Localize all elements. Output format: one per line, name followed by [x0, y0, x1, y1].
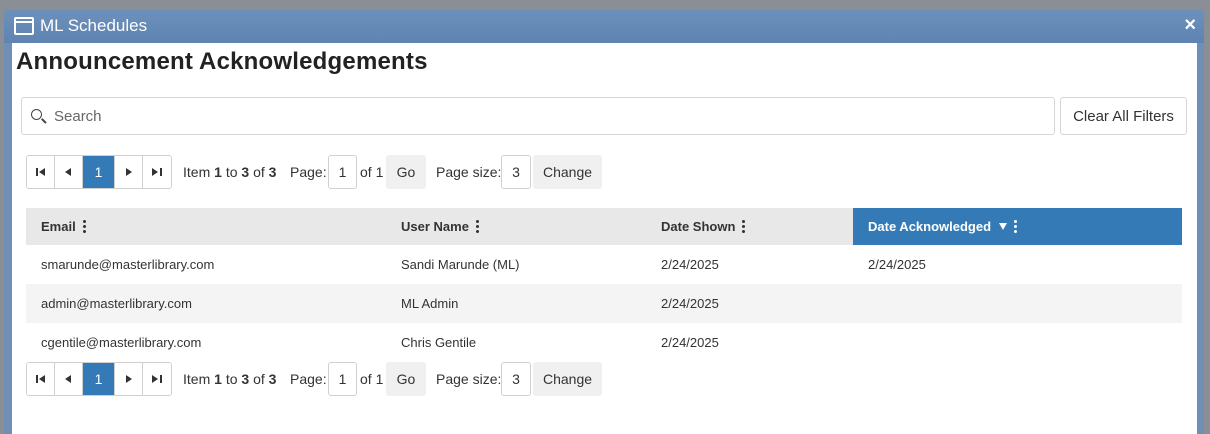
page-label: Page:: [290, 371, 327, 387]
search-box: [21, 97, 1055, 135]
last-page-icon[interactable]: [143, 363, 171, 395]
clear-all-filters-button[interactable]: Clear All Filters: [1060, 97, 1187, 135]
last-page-icon[interactable]: [143, 156, 171, 188]
dialog-title: ML Schedules: [40, 16, 148, 35]
column-menu-icon[interactable]: [475, 220, 479, 233]
window-icon: [14, 17, 34, 35]
search-icon: [31, 109, 42, 120]
dialog-content: Announcement Acknowledgements Clear All …: [12, 43, 1197, 434]
next-page-icon[interactable]: [115, 363, 143, 395]
cell-email: admin@masterlibrary.com: [41, 296, 192, 311]
table-row[interactable]: admin@masterlibrary.com ML Admin 2/24/20…: [26, 284, 1182, 323]
pager-bottom: 1 Item 1 to 3 of 3 Page: 1 of 1 Go Page …: [26, 362, 646, 396]
cell-date-acknowledged: 2/24/2025: [868, 257, 926, 272]
column-menu-icon[interactable]: [1014, 220, 1018, 233]
pager-top: 1 Item 1 to 3 of 3 Page: 1 of 1 Go Page …: [26, 155, 646, 189]
column-menu-icon[interactable]: [742, 220, 746, 233]
page-size-input[interactable]: 3: [501, 155, 531, 189]
page-label: Page:: [290, 164, 327, 180]
prev-page-icon[interactable]: [55, 363, 83, 395]
column-header-user-name[interactable]: User Name: [386, 208, 646, 245]
dialog-titlebar[interactable]: ML Schedules ×: [4, 10, 1204, 43]
cell-user-name: Chris Gentile: [401, 335, 477, 350]
cell-email: smarunde@masterlibrary.com: [41, 257, 215, 272]
item-range-text: Item 1 to 3 of 3: [183, 164, 277, 180]
go-button[interactable]: Go: [386, 362, 426, 396]
close-icon[interactable]: ×: [1184, 14, 1196, 37]
page-number-input[interactable]: 1: [328, 155, 357, 189]
item-range-text: Item 1 to 3 of 3: [183, 371, 277, 387]
table-row[interactable]: smarunde@masterlibrary.com Sandi Marunde…: [26, 245, 1182, 284]
column-menu-icon[interactable]: [82, 220, 86, 233]
cell-user-name: Sandi Marunde (ML): [401, 257, 520, 272]
sort-desc-icon: [999, 223, 1008, 230]
cell-date-shown: 2/24/2025: [661, 296, 719, 311]
cell-date-shown: 2/24/2025: [661, 257, 719, 272]
first-page-icon[interactable]: [27, 156, 55, 188]
go-button[interactable]: Go: [386, 155, 426, 189]
table-row[interactable]: cgentile@masterlibrary.com Chris Gentile…: [26, 323, 1182, 362]
first-page-icon[interactable]: [27, 363, 55, 395]
change-button[interactable]: Change: [533, 362, 602, 396]
page-button-current[interactable]: 1: [83, 363, 115, 395]
page-number-input[interactable]: 1: [328, 362, 357, 396]
page-count-text: of 1: [360, 371, 384, 387]
page-button-current[interactable]: 1: [83, 156, 115, 188]
page-size-input[interactable]: 3: [501, 362, 531, 396]
cell-user-name: ML Admin: [401, 296, 459, 311]
page-count-text: of 1: [360, 164, 384, 180]
column-header-date-shown[interactable]: Date Shown: [646, 208, 853, 245]
page-title: Announcement Acknowledgements: [16, 48, 428, 75]
page-size-label: Page size:: [436, 371, 502, 387]
cell-date-acknowledged: [853, 323, 868, 362]
search-input[interactable]: [54, 98, 1044, 134]
page-size-label: Page size:: [436, 164, 502, 180]
cell-date-acknowledged: [853, 284, 868, 323]
column-header-date-acknowledged[interactable]: Date Acknowledged: [853, 208, 1182, 245]
cell-email: cgentile@masterlibrary.com: [41, 335, 202, 350]
grid-header: Email User Name Date Shown Date Acknowle…: [26, 208, 1182, 245]
next-page-icon[interactable]: [115, 156, 143, 188]
prev-page-icon[interactable]: [55, 156, 83, 188]
change-button[interactable]: Change: [533, 155, 602, 189]
dialog-window: ML Schedules × Announcement Acknowledgem…: [4, 10, 1204, 434]
cell-date-shown: 2/24/2025: [661, 335, 719, 350]
column-header-email[interactable]: Email: [26, 208, 386, 245]
pager-nav: 1: [26, 362, 172, 396]
pager-nav: 1: [26, 155, 172, 189]
